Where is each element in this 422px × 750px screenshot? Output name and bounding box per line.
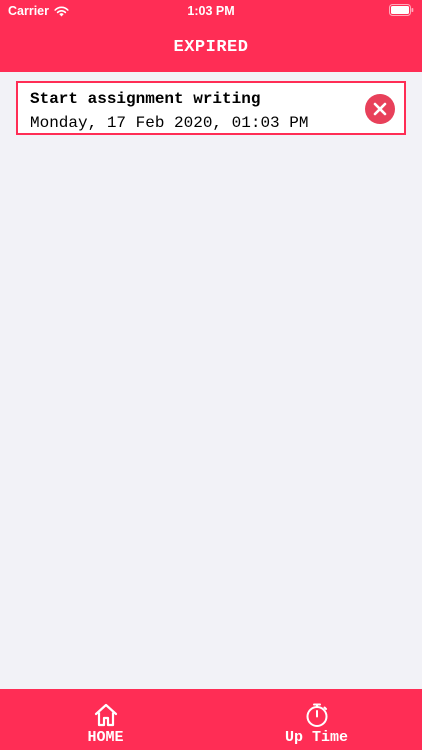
stopwatch-icon bbox=[306, 703, 327, 727]
delete-button[interactable] bbox=[365, 94, 395, 124]
battery-icon bbox=[389, 4, 414, 16]
status-right bbox=[389, 4, 414, 19]
tab-home-label: HOME bbox=[87, 729, 124, 746]
item-title: Start assignment writing bbox=[30, 90, 261, 108]
status-bar: Carrier 1:03 PM bbox=[0, 0, 422, 22]
list-item[interactable]: Start assignment writing Monday, 17 Feb … bbox=[16, 81, 406, 135]
tab-up-time-label: Up Time bbox=[284, 729, 348, 746]
page-title: EXPIRED bbox=[173, 37, 249, 57]
tab-bar: HOME Up Time bbox=[0, 689, 422, 750]
expired-list: Start assignment writing Monday, 17 Feb … bbox=[0, 72, 422, 689]
close-circle-icon bbox=[373, 102, 387, 116]
tab-up-time[interactable]: Up Time bbox=[211, 689, 422, 750]
tab-home[interactable]: HOME bbox=[0, 689, 211, 750]
nav-header: EXPIRED bbox=[0, 22, 422, 72]
home-icon bbox=[94, 703, 117, 727]
status-time: 1:03 PM bbox=[187, 4, 235, 18]
item-date: Monday, 17 Feb 2020, 01:03 PM bbox=[30, 114, 309, 132]
